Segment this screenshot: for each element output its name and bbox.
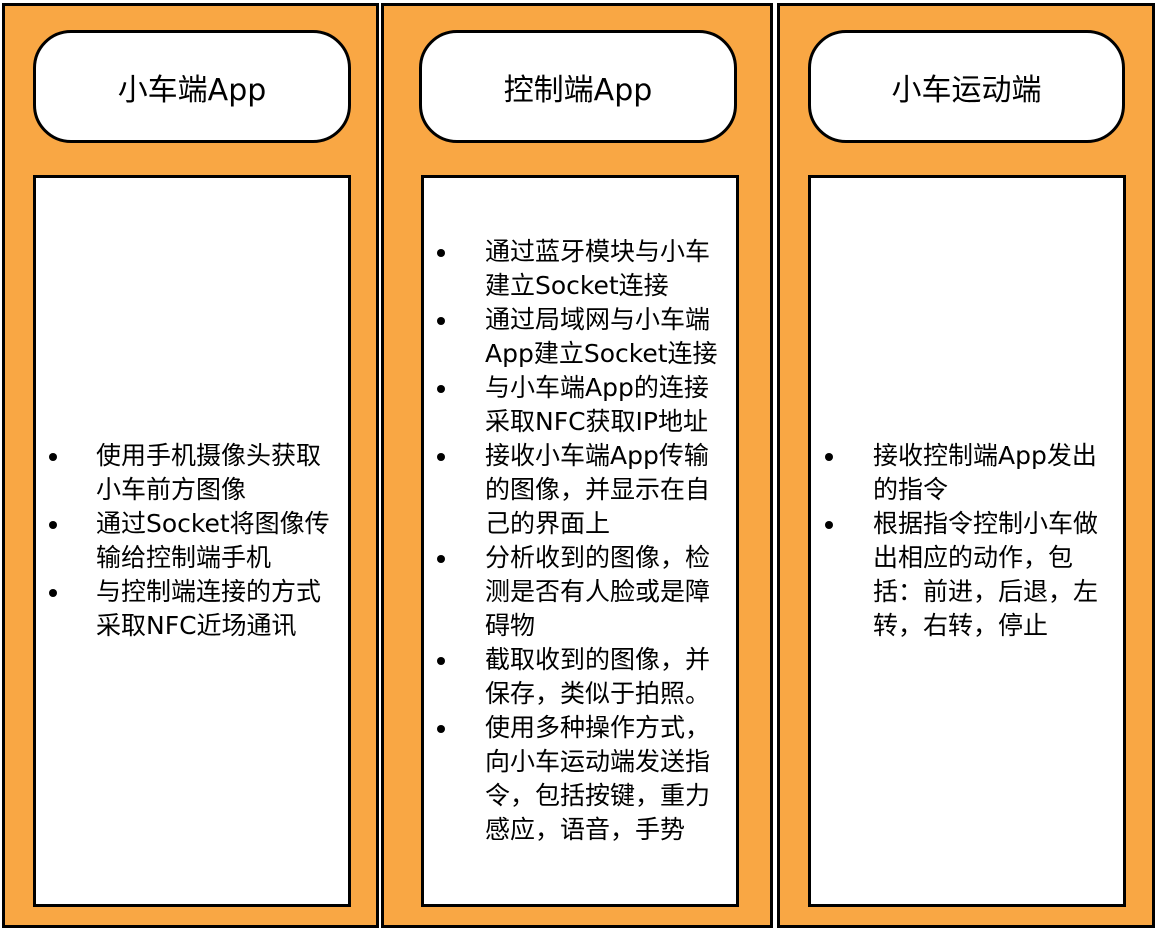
bullet-icon xyxy=(49,453,57,461)
list-item: 与控制端连接的方式采取NFC近场通讯 xyxy=(36,575,348,643)
list-item: 使用多种操作方式，向小车运动端发送指令，包括按键，重力感应，语音，手势 xyxy=(424,711,736,847)
column-car-app: 小车端App 使用手机摄像头获取小车前方图像 通过Socket将图像传输给控制端… xyxy=(2,3,379,928)
list-item-text: 接收小车端App传输的图像，并显示在自己的界面上 xyxy=(485,441,711,538)
bullet-icon xyxy=(437,317,445,325)
bullet-icon xyxy=(437,453,445,461)
column-title-car-motion: 小车运动端 xyxy=(808,30,1125,143)
list-item: 与小车端App的连接采取NFC获取IP地址 xyxy=(424,371,736,439)
list-item: 使用手机摄像头获取小车前方图像 xyxy=(36,439,348,507)
bullet-list: 使用手机摄像头获取小车前方图像 通过Socket将图像传输给控制端手机 与控制端… xyxy=(36,439,348,643)
list-item: 分析收到的图像，检测是否有人脸或是障碍物 xyxy=(424,541,736,643)
bullet-icon xyxy=(437,725,445,733)
list-item-text: 截取收到的图像，并保存，类似于拍照。 xyxy=(485,645,711,708)
list-item-text: 与控制端连接的方式采取NFC近场通讯 xyxy=(96,577,322,640)
list-item-text: 通过Socket将图像传输给控制端手机 xyxy=(96,509,330,572)
list-item-text: 分析收到的图像，检测是否有人脸或是障碍物 xyxy=(485,543,711,640)
list-item: 接收控制端App发出的指令 xyxy=(811,439,1123,507)
bullet-icon xyxy=(437,249,445,257)
content-box-car-app: 使用手机摄像头获取小车前方图像 通过Socket将图像传输给控制端手机 与控制端… xyxy=(33,175,351,907)
bullet-icon xyxy=(437,555,445,563)
list-item-text: 通过局域网与小车端App建立Socket连接 xyxy=(485,305,718,368)
list-item: 通过蓝牙模块与小车建立Socket连接 xyxy=(424,235,736,303)
bullet-list: 通过蓝牙模块与小车建立Socket连接 通过局域网与小车端App建立Socket… xyxy=(424,235,736,847)
bullet-list: 接收控制端App发出的指令 根据指令控制小车做出相应的动作，包括：前进，后退，左… xyxy=(811,439,1123,643)
column-title-car-app: 小车端App xyxy=(33,30,351,143)
list-item: 接收小车端App传输的图像，并显示在自己的界面上 xyxy=(424,439,736,541)
content-box-car-motion: 接收控制端App发出的指令 根据指令控制小车做出相应的动作，包括：前进，后退，左… xyxy=(808,175,1126,907)
list-item-text: 接收控制端App发出的指令 xyxy=(873,441,1097,504)
content-box-control-app: 通过蓝牙模块与小车建立Socket连接 通过局域网与小车端App建立Socket… xyxy=(421,175,739,907)
list-item: 截取收到的图像，并保存，类似于拍照。 xyxy=(424,643,736,711)
list-item-text: 使用手机摄像头获取小车前方图像 xyxy=(96,441,322,504)
list-item-text: 根据指令控制小车做出相应的动作，包括：前进，后退，左转，右转，停止 xyxy=(873,509,1099,640)
bullet-icon xyxy=(825,453,833,461)
bullet-icon xyxy=(49,521,57,529)
list-item-text: 与小车端App的连接采取NFC获取IP地址 xyxy=(485,373,709,436)
bullet-icon xyxy=(49,589,57,597)
list-item-text: 通过蓝牙模块与小车建立Socket连接 xyxy=(485,237,711,300)
list-item-text: 使用多种操作方式，向小车运动端发送指令，包括按键，重力感应，语音，手势 xyxy=(485,713,711,844)
column-title-control-app: 控制端App xyxy=(419,30,737,143)
list-item: 通过局域网与小车端App建立Socket连接 xyxy=(424,303,736,371)
bullet-icon xyxy=(825,521,833,529)
bullet-icon xyxy=(437,657,445,665)
column-car-motion: 小车运动端 接收控制端App发出的指令 根据指令控制小车做出相应的动作，包括：前… xyxy=(777,3,1155,928)
column-control-app: 控制端App 通过蓝牙模块与小车建立Socket连接 通过局域网与小车端App建… xyxy=(381,3,773,928)
bullet-icon xyxy=(437,385,445,393)
list-item: 通过Socket将图像传输给控制端手机 xyxy=(36,507,348,575)
list-item: 根据指令控制小车做出相应的动作，包括：前进，后退，左转，右转，停止 xyxy=(811,507,1123,643)
